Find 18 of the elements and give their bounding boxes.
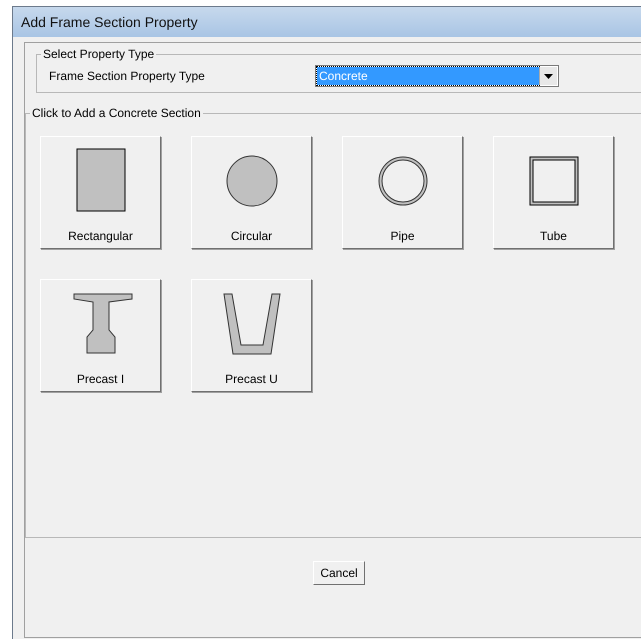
group-title: Click to Add a Concrete Section bbox=[31, 106, 202, 120]
section-button[interactable]: Pipe bbox=[342, 136, 463, 249]
section-button[interactable]: Precast I bbox=[40, 279, 161, 392]
u-channel-icon bbox=[222, 294, 280, 354]
i-beam-icon bbox=[73, 294, 132, 354]
hollow-square-icon bbox=[529, 156, 578, 206]
cancel-button[interactable]: Cancel bbox=[313, 561, 365, 585]
rectangle-icon bbox=[76, 148, 125, 212]
field-label: Frame Section Property Type bbox=[49, 69, 206, 83]
circle-icon bbox=[226, 156, 277, 206]
section-button[interactable]: Tube bbox=[493, 136, 614, 249]
ring-icon bbox=[378, 156, 427, 206]
dropdown-arrow-icon bbox=[544, 74, 553, 78]
section-button[interactable]: Rectangular bbox=[40, 136, 161, 249]
group-title: Select Property Type bbox=[42, 47, 156, 61]
section-button[interactable]: Precast U bbox=[191, 279, 312, 392]
window-title: Add Frame Section Property bbox=[21, 14, 198, 30]
section-button[interactable]: Circular bbox=[191, 136, 312, 249]
